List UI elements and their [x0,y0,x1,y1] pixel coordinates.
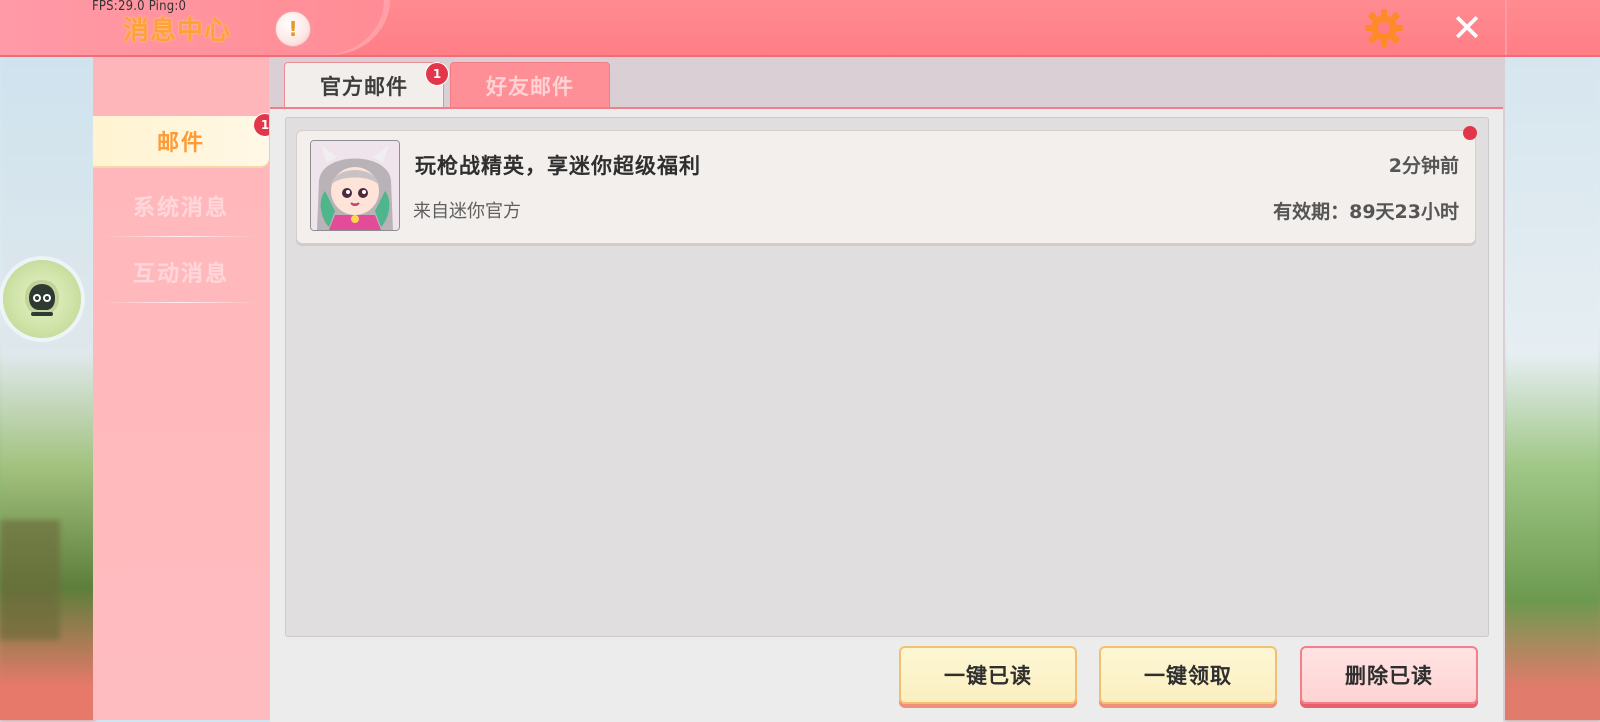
mail-avatar [310,140,400,231]
exclamation-icon[interactable]: ! [275,11,311,47]
tab-official-mail[interactable]: 官方邮件 [284,62,444,108]
sidebar-item-label: 系统消息 [132,196,229,221]
read-all-button[interactable]: 一键已读 [899,646,1077,704]
background-scene-right [1505,55,1600,720]
background-block [0,520,60,640]
chat-bubble-icon[interactable] [3,260,81,338]
sidebar-item-mail[interactable]: 邮件 [93,116,269,166]
mail-expiry: 有效期：89天23小时 [1273,201,1459,223]
mail-title: 玩枪战精英，享迷你超级福利 [415,154,701,178]
gear-icon[interactable] [1364,8,1404,48]
tab-label: 官方邮件 [320,74,408,99]
page-title: 消息中心 [123,16,232,46]
mail-time: 2分钟前 [1388,155,1459,177]
close-icon[interactable]: ✕ [1449,9,1485,47]
notification-badge: 1 [425,62,449,86]
list-item[interactable] [296,130,1476,244]
delete-read-button[interactable]: 删除已读 [1300,646,1478,704]
tab-friend-mail[interactable]: 好友邮件 [450,62,610,109]
mail-sender: 来自迷你官方 [413,201,521,222]
sidebar-item-system-messages[interactable]: 系统消息 [93,181,269,231]
sidebar-item-label: 互动消息 [132,262,229,287]
sidebar-item-interaction-messages[interactable]: 互动消息 [93,247,269,297]
unread-dot [1463,126,1477,140]
tab-label: 好友邮件 [486,74,574,99]
claim-all-button[interactable]: 一键领取 [1099,646,1277,704]
sidebar-item-label: 邮件 [156,131,205,156]
sidebar-divider [100,302,260,303]
sidebar-divider [100,236,260,237]
header-bar [0,0,1600,57]
